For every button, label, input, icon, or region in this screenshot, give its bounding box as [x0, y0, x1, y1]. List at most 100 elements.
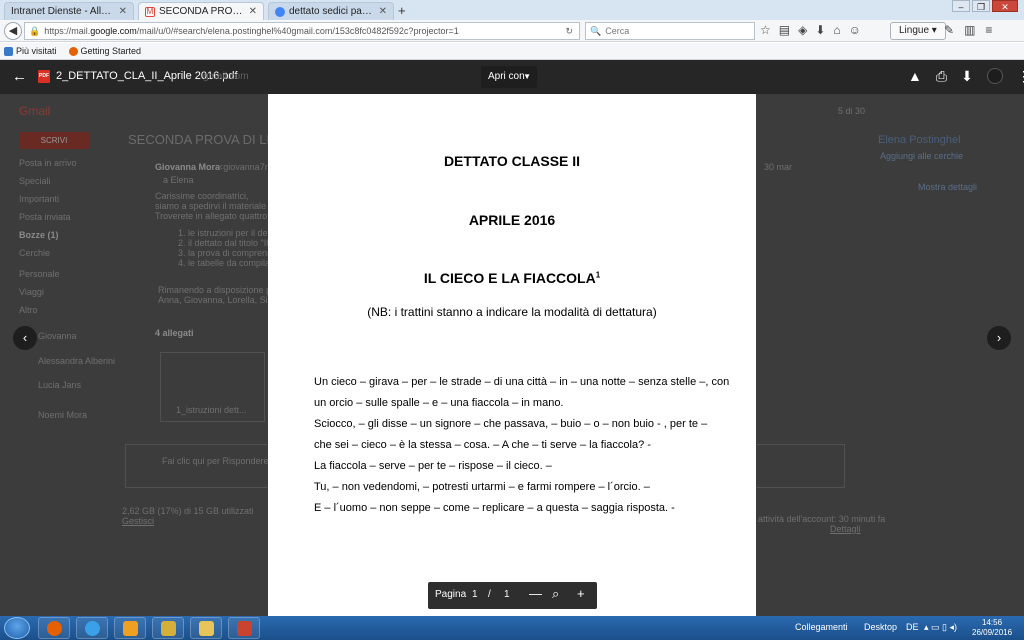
firefox-icon — [68, 46, 78, 56]
star-icon[interactable]: ☆ — [760, 23, 771, 37]
text-line: Sciocco, – gli disse – un signore – che … — [314, 418, 708, 430]
sidebar-item-circles: Cerchie — [19, 248, 51, 258]
close-tab-icon[interactable]: ✕ — [249, 6, 257, 17]
search-placeholder: Cerca — [605, 26, 630, 36]
network-label[interactable]: Collegamenti — [795, 622, 848, 632]
body-closing: Anna, Giovanna, Lorella, Silvia — [158, 295, 282, 305]
pdf-viewer-toolbar: ← PDF 2_DETTATO_CLA_II_Aprile 2016.pdf g… — [0, 60, 1024, 94]
extension-icons: ✎ ▥ ≡ — [944, 23, 992, 37]
taskbar-presentation[interactable] — [228, 617, 260, 639]
pocket-icon[interactable]: ◈ — [798, 23, 807, 37]
bookmarks-bar: Più visitati Getting Started — [0, 43, 1024, 60]
open-with-button[interactable]: Apri con ▼ — [481, 66, 537, 88]
text-line: Un cieco – girava – per – le strade – di… — [314, 376, 730, 388]
back-button[interactable]: ◀ — [4, 21, 22, 40]
new-tab-button[interactable]: + — [398, 3, 406, 18]
system-clock[interactable]: 14:56 26/09/2016 — [972, 618, 1012, 638]
download-icon[interactable]: ⬇ — [815, 23, 825, 37]
sidebar-item-travel: Viaggi — [19, 287, 44, 297]
app-icon — [161, 621, 176, 636]
taskbar-office[interactable] — [114, 617, 146, 639]
tab-intranet[interactable]: Intranet Dienste - Allgemeine I... ✕ — [4, 2, 134, 20]
language-indicator[interactable]: DE — [906, 622, 919, 632]
back-arrow-icon[interactable]: ← — [12, 68, 27, 85]
close-window-icon[interactable]: ✕ — [992, 0, 1018, 12]
url-path: /mail/u/0/#search/elena.postinghel%40gma… — [136, 26, 459, 36]
viewer-actions: ▲ ⎙ ⬇ ⋮ — [908, 68, 1024, 85]
story-title-text: IL CIECO E LA FIACCOLA — [423, 270, 596, 286]
search-icon: 🔍 — [590, 25, 602, 36]
body-closing: Rimanendo a disposizione per — [158, 285, 280, 295]
open-with-label: Apri con — [488, 71, 525, 82]
lock-icon: 🔒 — [29, 25, 41, 36]
folder-icon — [199, 621, 214, 636]
show-details-link: Mostra dettagli — [918, 182, 978, 192]
footnote-mark: 1 — [595, 270, 601, 280]
more-options-icon[interactable]: ⋮ — [1017, 68, 1024, 85]
contact-item: Lucia Jans — [38, 380, 82, 390]
reading-list-icon[interactable]: ▤ — [779, 23, 790, 37]
attachment-name: 1_istruzioni dett... — [176, 405, 247, 415]
internet-explorer-icon — [85, 621, 100, 636]
minimize-icon[interactable]: – — [952, 0, 970, 12]
document-title: DETTATO CLASSE II — [443, 153, 581, 169]
close-tab-icon[interactable]: ✕ — [119, 6, 127, 17]
chat-icon[interactable]: ☺ — [849, 23, 861, 37]
taskbar-ie[interactable] — [76, 617, 108, 639]
pdf-page: DETTATO CLASSE II APRILE 2016 IL CIECO E… — [268, 94, 756, 616]
print-icon[interactable]: ⎙ — [936, 68, 947, 85]
previous-file-button[interactable]: ‹ — [13, 326, 37, 350]
language-button[interactable]: Lingue ▾ — [890, 22, 946, 40]
folder-icon — [4, 46, 13, 56]
zoom-out-icon[interactable]: — — [529, 586, 542, 601]
add-to-circles: Aggiungi alle cerchie — [880, 151, 964, 161]
body-list-item: 2. il dettato dal titolo "Il ci — [178, 238, 278, 248]
start-button[interactable] — [4, 617, 30, 639]
reply-placeholder: Fai clic qui per Rispondere o — [162, 456, 277, 466]
library-icon[interactable]: ▥ — [964, 23, 975, 37]
next-file-button[interactable]: › — [987, 326, 1011, 350]
google-icon — [275, 6, 285, 17]
taskbar-firefox[interactable] — [38, 617, 70, 639]
contact-item: Alessandra Alberini — [38, 356, 116, 366]
download-icon[interactable]: ⬇ — [961, 68, 973, 85]
extension-icon[interactable]: ✎ — [944, 23, 954, 37]
taskbar-explorer[interactable] — [190, 617, 222, 639]
page-total: 1 — [504, 589, 510, 600]
sidebar-item-important: Importanti — [19, 194, 60, 204]
tab-google-search[interactable]: dettato sedici parole prima... ✕ — [268, 2, 394, 20]
bookmark-most-visited[interactable]: Più visitati — [4, 46, 57, 56]
zoom-in-icon[interactable]: + — [577, 586, 585, 601]
desktop-label[interactable]: Desktop — [864, 622, 897, 632]
reload-icon[interactable]: ↻ — [565, 26, 573, 37]
search-input[interactable]: 🔍 Cerca — [585, 22, 755, 40]
text-line: La fiaccola – serve – per te – rispose –… — [314, 460, 552, 472]
sidebar-item-drafts: Bozze (1) — [19, 230, 59, 240]
email-time: 30 mar — [764, 162, 793, 172]
avatar[interactable] — [986, 68, 1003, 84]
page-current[interactable]: 1 — [472, 589, 478, 600]
windows-taskbar: Collegamenti Desktop DE ▴ ▭ ▯ ◂) 14:56 2… — [0, 616, 1024, 640]
home-icon[interactable]: ⌂ — [833, 23, 840, 37]
activity-details-link: Dettagli — [830, 524, 861, 534]
account-activity: attività dell'account: 30 minuti fa — [758, 514, 886, 524]
menu-icon[interactable]: ≡ — [985, 23, 992, 37]
zoom-search-icon[interactable]: ⌕ — [552, 586, 559, 602]
language-label: Lingue — [899, 25, 930, 36]
gmail-logo: Gmail — [19, 104, 51, 118]
maximize-icon[interactable]: ❐ — [972, 0, 990, 12]
email-page-count: 5 di 30 — [838, 106, 866, 116]
tab-gmail[interactable]: M SECONDA PROVA DI LETT... ✕ — [138, 2, 264, 20]
close-tab-icon[interactable]: ✕ — [379, 6, 387, 17]
navigation-bar: ◀ 🔒 https://mail. google.com/mail/u/0/#se… — [0, 20, 1024, 42]
clock-time: 14:56 — [982, 618, 1003, 627]
taskbar-app[interactable] — [152, 617, 184, 639]
sidebar-item-inbox: Posta in arrivo — [19, 158, 77, 168]
contact-item: Giovanna — [38, 331, 77, 341]
text-line: un orcio – sulle spalle – e – una fiacco… — [314, 397, 564, 409]
address-bar[interactable]: 🔒 https://mail. google.com/mail/u/0/#sear… — [24, 22, 580, 40]
drive-add-icon[interactable]: ▲ — [908, 68, 922, 85]
bookmark-getting-started[interactable]: Getting Started — [68, 46, 141, 56]
tray-icons[interactable]: ▴ ▭ ▯ ◂) — [924, 622, 957, 633]
page-separator: / — [488, 589, 491, 600]
